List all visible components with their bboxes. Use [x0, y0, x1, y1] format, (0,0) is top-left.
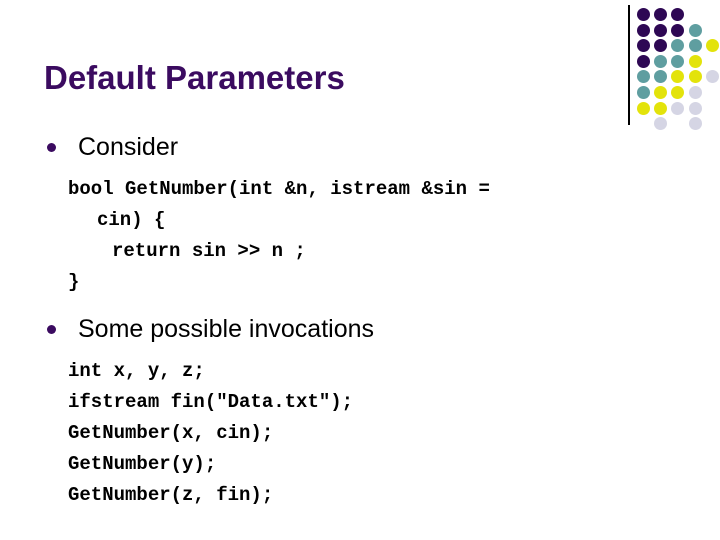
deco-dot — [688, 23, 702, 37]
deco-dot — [654, 23, 668, 37]
deco-dot — [654, 54, 668, 68]
bullet-marker-icon — [47, 143, 56, 152]
deco-dot — [688, 117, 702, 131]
code-line: GetNumber(x, cin); — [68, 422, 274, 444]
code-line: } — [68, 271, 80, 293]
code-line: cin) { — [97, 209, 166, 231]
deco-dot — [637, 54, 650, 68]
bullet-marker-icon — [47, 325, 56, 334]
bullet-label: Consider — [78, 133, 179, 161]
deco-dot — [671, 39, 685, 53]
dot-grid-dots — [637, 8, 720, 131]
deco-dot — [688, 39, 702, 53]
deco-dot — [637, 101, 650, 115]
bullet-item-consider: Consider — [0, 130, 720, 164]
deco-dot — [637, 23, 650, 37]
code-line: GetNumber(z, fin); — [68, 484, 274, 506]
code-line: ifstream fin("Data.txt"); — [68, 391, 354, 413]
code-line: GetNumber(y); — [68, 453, 217, 475]
deco-dot — [688, 86, 702, 99]
deco-dot — [671, 8, 685, 21]
bullet-label: Some possible invocations — [78, 315, 374, 343]
bullet-item-invocations: Some possible invocations — [0, 312, 720, 346]
code-block-declaration: bool GetNumber(int &n, istream &sin = ci… — [0, 174, 720, 298]
deco-dot — [671, 23, 685, 37]
deco-dot — [654, 117, 668, 131]
deco-dot — [654, 8, 668, 21]
deco-dot — [688, 70, 702, 84]
code-line: bool GetNumber(int &n, istream &sin = — [68, 178, 490, 200]
deco-dot — [637, 70, 650, 84]
deco-dot — [637, 39, 650, 53]
vertical-rule — [628, 5, 630, 125]
deco-dot — [688, 54, 702, 68]
deco-dot — [654, 70, 668, 84]
code-line: return sin >> n ; — [112, 240, 306, 262]
slide-content: Consider bool GetNumber(int &n, istream … — [0, 130, 720, 511]
deco-dot — [637, 86, 650, 99]
deco-dot — [671, 54, 685, 68]
page-title: Default Parameters — [44, 59, 345, 96]
deco-dot — [637, 8, 650, 21]
deco-dot — [671, 70, 685, 84]
deco-dot — [671, 101, 685, 115]
code-block-invocations: int x, y, z; ifstream fin("Data.txt"); G… — [0, 356, 720, 511]
deco-dot — [654, 101, 668, 115]
deco-dot — [654, 86, 668, 99]
deco-dot — [705, 70, 719, 84]
deco-dot — [688, 101, 702, 115]
deco-dot — [705, 39, 719, 53]
deco-dot — [671, 86, 685, 99]
code-line: int x, y, z; — [68, 360, 205, 382]
slide-canvas: Default Parameters Consider bool GetNumb… — [0, 0, 720, 540]
deco-dot — [654, 39, 668, 53]
decoration-dot-grid — [626, 0, 720, 131]
